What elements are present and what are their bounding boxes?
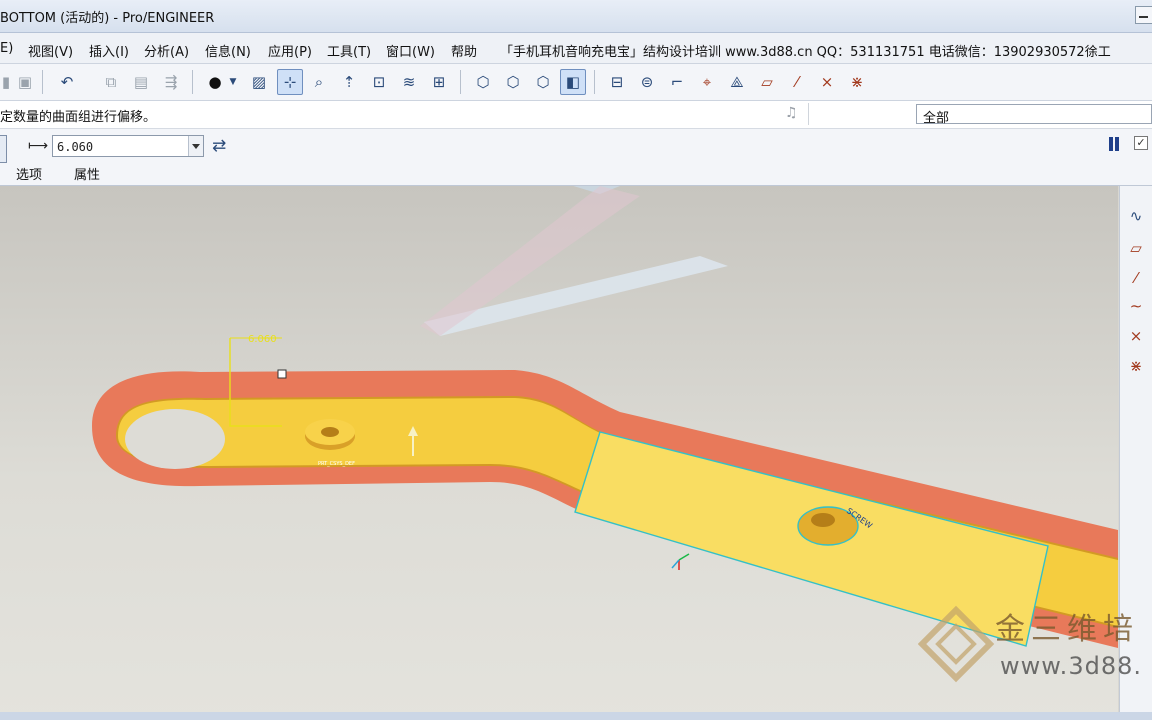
- new-icon[interactable]: ▮: [0, 69, 12, 95]
- flip-direction-icon[interactable]: ⇄: [212, 136, 226, 156]
- menu-analysis[interactable]: 分析(A): [144, 41, 189, 60]
- title-bar: BOTTOM (活动的) - Pro/ENGINEER: [0, 0, 1152, 33]
- menu-info[interactable]: 信息(N): [205, 41, 251, 60]
- datum-csys-icon[interactable]: ⋇: [844, 69, 870, 95]
- spin-center-icon[interactable]: ⟁: [724, 69, 750, 95]
- menu-edit[interactable]: E): [0, 41, 13, 56]
- offset-distance-input[interactable]: [53, 136, 191, 158]
- tab-properties[interactable]: 属性: [74, 164, 100, 183]
- shaded-icon[interactable]: ◧: [560, 69, 586, 95]
- end-hole: [125, 409, 225, 469]
- tab-options[interactable]: 选项: [16, 164, 42, 183]
- no-hidden-icon[interactable]: ⬡: [530, 69, 556, 95]
- offset-dashboard: ⟼ ⇄ 选项 属性 ✓: [0, 129, 1152, 186]
- message-bar: 定数量的曲面组进行偏移。 ♫ 全部: [0, 101, 1152, 129]
- shading-icon[interactable]: ●: [202, 69, 228, 95]
- selection-filter-select[interactable]: 全部: [916, 104, 1152, 126]
- paste-icon[interactable]: ▤: [128, 69, 154, 95]
- datum-plane-icon[interactable]: ▱: [754, 69, 780, 95]
- offset-distance-field[interactable]: [52, 135, 204, 158]
- menu-insert[interactable]: 插入(I): [89, 41, 129, 60]
- datum-point-icon[interactable]: ×: [1124, 324, 1148, 348]
- menu-window[interactable]: 窗口(W): [386, 41, 435, 60]
- toolbar-separator: [460, 70, 461, 94]
- status-message: 定数量的曲面组进行偏移。: [0, 110, 157, 125]
- csys-datum-icon[interactable]: ⌖: [694, 69, 720, 95]
- plane-datum-icon[interactable]: ⊟: [604, 69, 630, 95]
- csys-label: PRT_CSYS_DEF: [318, 461, 355, 467]
- distance-icon: ⟼: [28, 138, 49, 154]
- datum-csys-icon[interactable]: ⋇: [1124, 354, 1148, 378]
- microphone-icon: ♫: [785, 105, 798, 121]
- csys-x-axis: [678, 553, 690, 561]
- selected-boss-hole: [811, 513, 835, 527]
- menu-help[interactable]: 帮助: [451, 41, 477, 60]
- toolbar-separator: [594, 70, 595, 94]
- brand-text: 金三维培: [995, 612, 1139, 647]
- menu-applications[interactable]: 应用(P): [268, 41, 312, 60]
- datum-point-icon[interactable]: ×: [814, 69, 840, 95]
- drag-handle[interactable]: [277, 369, 287, 379]
- datum-axis-icon[interactable]: ⁄: [784, 69, 810, 95]
- toolbar-separator: [192, 70, 193, 94]
- minimize-button[interactable]: [1135, 6, 1152, 24]
- hidden-line-icon[interactable]: ⬡: [500, 69, 526, 95]
- main-toolbar: ▮ ▣ ↶ ⧉ ▤ ⇶ ● ▼ ▨ ⊹ ⌕ ⇡ ⊡ ≋ ⊞ ⬡ ⬡ ⬡ ◧ ⊟ …: [0, 64, 1152, 101]
- offset-type-button[interactable]: [0, 135, 7, 163]
- brand-url: www.3d88.: [1000, 652, 1142, 680]
- save-icon[interactable]: ▣: [12, 69, 38, 95]
- datum-axis-icon[interactable]: ⁄: [1124, 266, 1148, 290]
- sketch-curve-icon[interactable]: ∿: [1124, 204, 1148, 228]
- undo-icon[interactable]: ↶: [54, 69, 80, 95]
- datum-display-icon[interactable]: ⊹: [277, 69, 303, 95]
- apply-checkmark-button[interactable]: ✓: [1134, 136, 1148, 150]
- screw-boss-hole: [321, 427, 339, 437]
- orient-icon[interactable]: ⇡: [336, 69, 362, 95]
- pause-icon[interactable]: [1108, 137, 1122, 153]
- repaint-icon[interactable]: ▨: [246, 69, 272, 95]
- menu-bar: E) 视图(V) 插入(I) 分析(A) 信息(N) 应用(P) 工具(T) 窗…: [0, 33, 1152, 64]
- toolbar-separator: [42, 70, 43, 94]
- message-separator: [808, 103, 809, 125]
- wireframe-icon[interactable]: ⬡: [470, 69, 496, 95]
- view-manager-icon[interactable]: ⊞: [426, 69, 452, 95]
- regenerate-icon[interactable]: ⇶: [158, 69, 184, 95]
- menu-tools[interactable]: 工具(T): [327, 41, 371, 60]
- axis-datum-icon[interactable]: ⊜: [634, 69, 660, 95]
- copy-icon[interactable]: ⧉: [98, 69, 124, 95]
- datum-plane-icon[interactable]: ▱: [1124, 236, 1148, 260]
- point-datum-icon[interactable]: ⌐: [664, 69, 690, 95]
- dimension-label: 6.060: [248, 334, 277, 345]
- datum-curve-icon[interactable]: ∼: [1124, 294, 1148, 318]
- layers-icon[interactable]: ≋: [396, 69, 422, 95]
- chevron-down-icon[interactable]: [188, 136, 203, 156]
- training-ad-text: 「手机耳机音响充电宝」结构设计培训 www.3d88.cn QQ：5311317…: [500, 45, 1111, 60]
- zoom-window-icon[interactable]: ⌕: [306, 69, 332, 95]
- window-title: BOTTOM (活动的) - Pro/ENGINEER: [0, 11, 215, 26]
- chevron-down-icon[interactable]: ▼: [226, 69, 240, 95]
- csys-z-axis: [671, 559, 680, 569]
- menu-view[interactable]: 视图(V): [28, 41, 73, 60]
- status-strip: [0, 712, 1152, 720]
- saved-views-icon[interactable]: ⊡: [366, 69, 392, 95]
